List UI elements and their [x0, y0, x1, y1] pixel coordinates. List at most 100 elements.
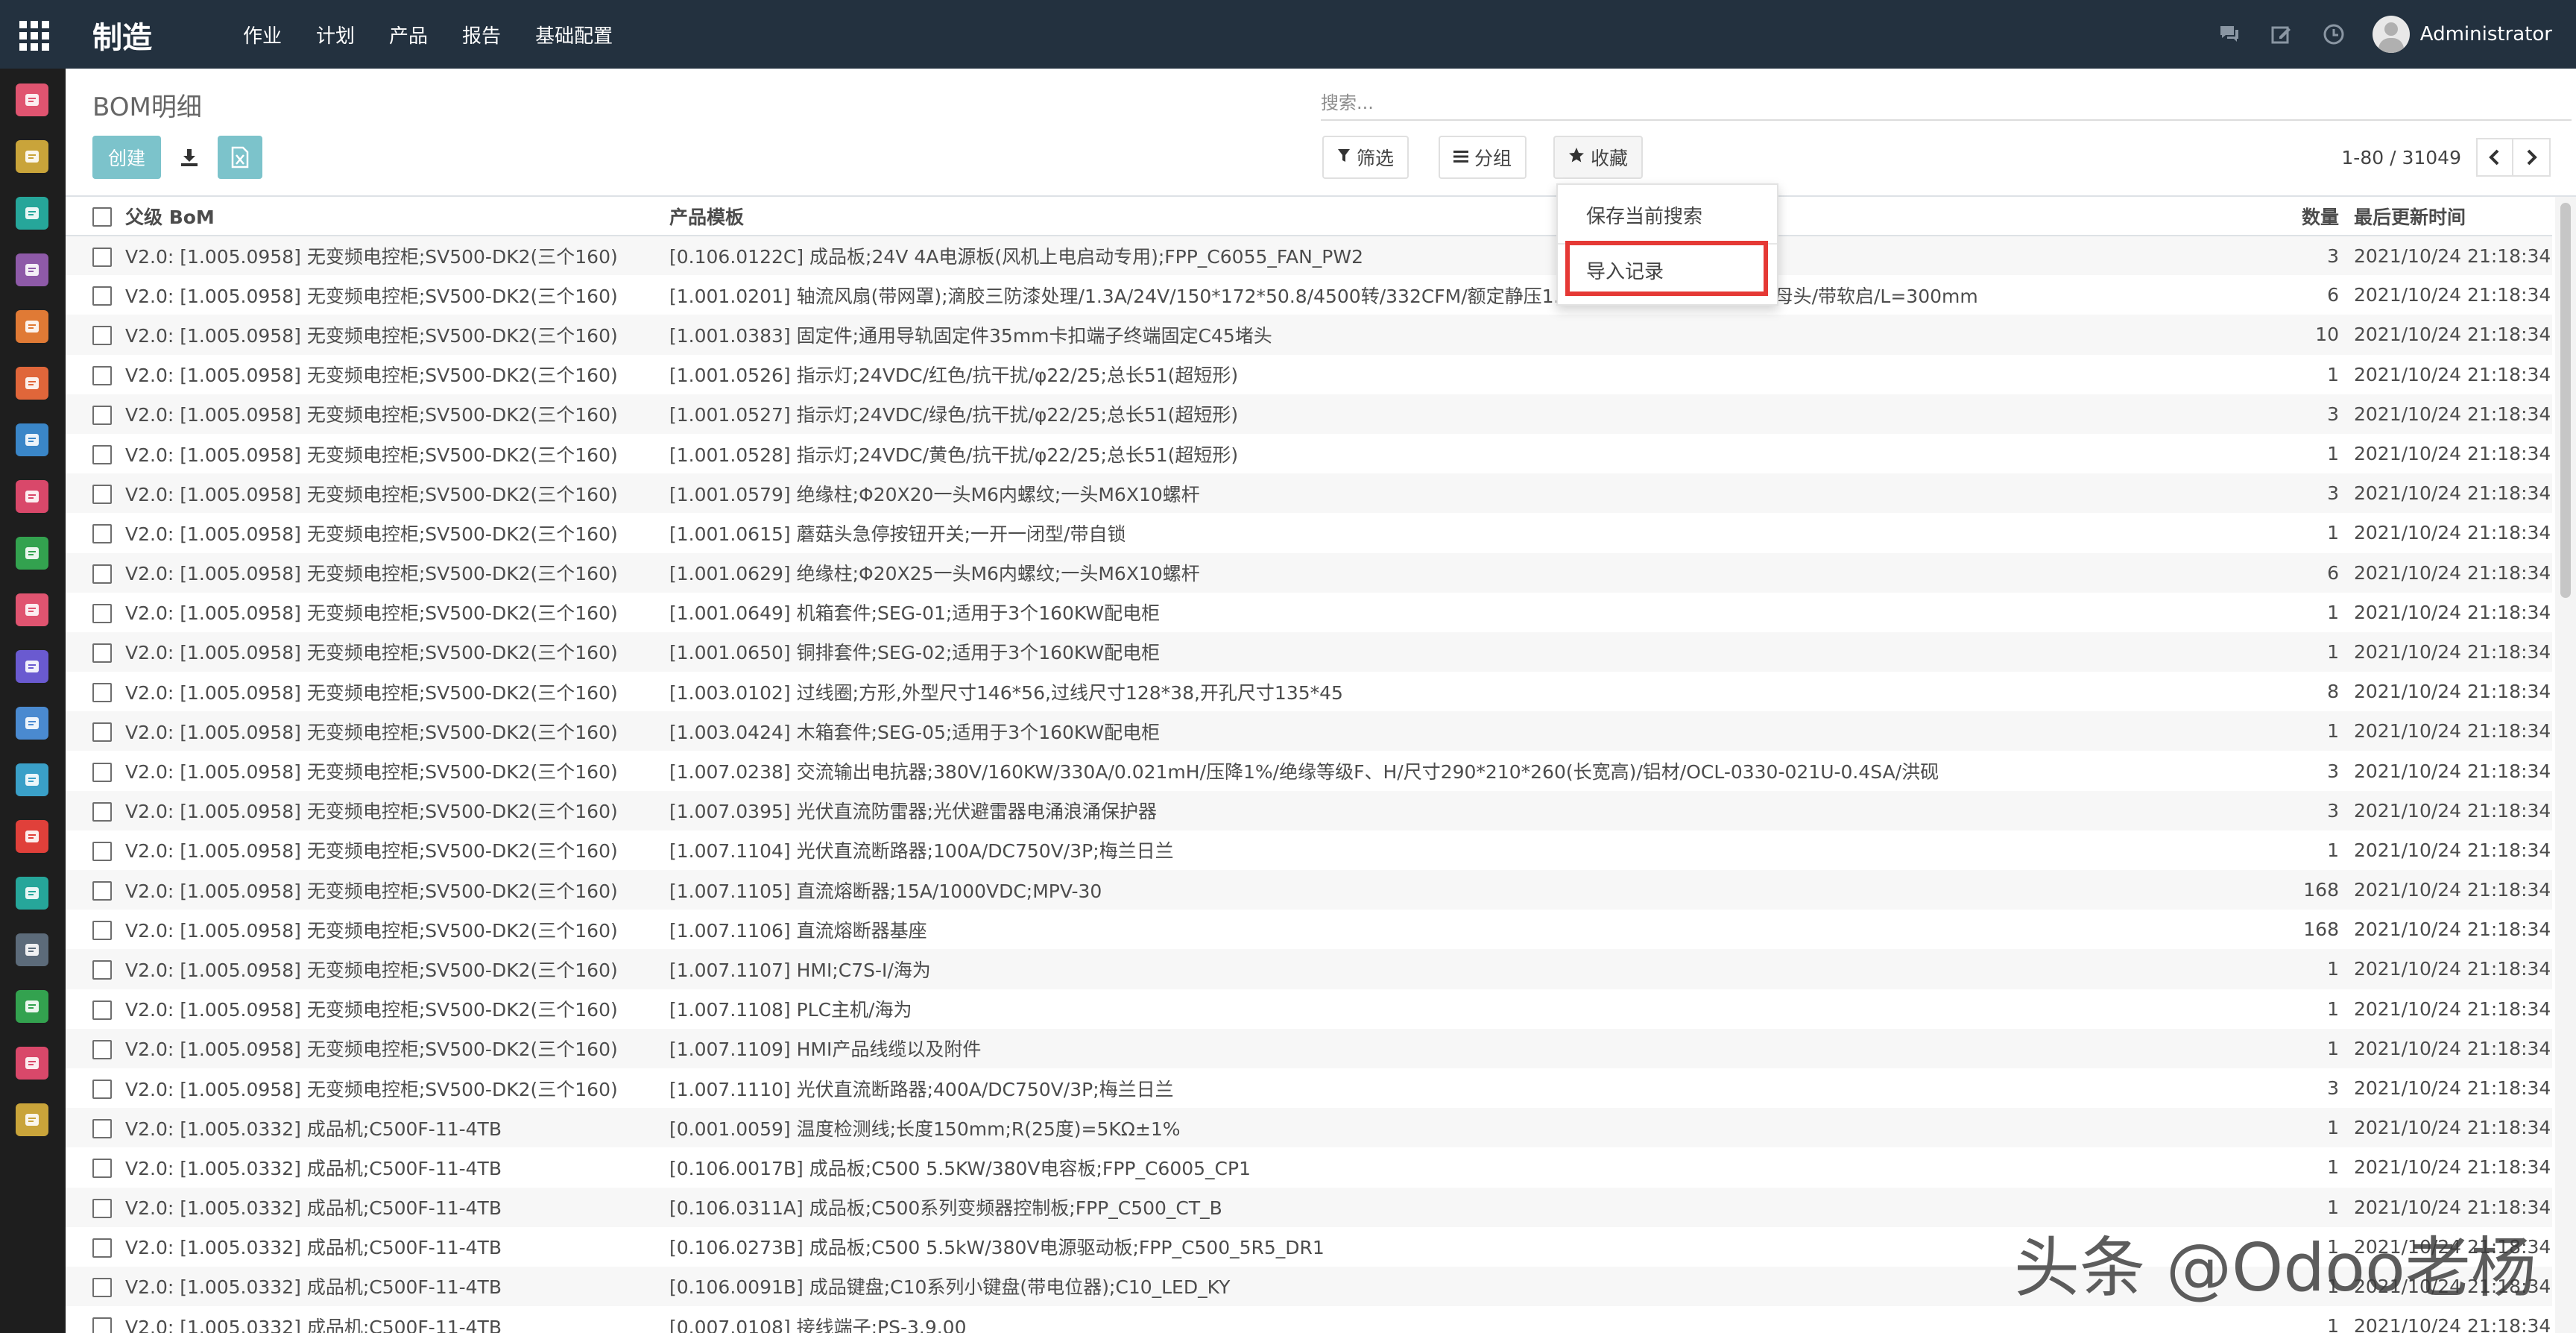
table-row[interactable]: V2.0: [1.005.0958] 无变频电控柜;SV500-DK2(三个16… — [66, 711, 2552, 751]
cell-quantity[interactable]: 1 — [2205, 593, 2354, 632]
column-header-product-template[interactable]: 产品模板 — [669, 197, 2205, 236]
cell-quantity[interactable]: 1 — [2205, 1147, 2354, 1187]
cell-parent-bom[interactable]: V2.0: [1.005.0958] 无变频电控柜;SV500-DK2(三个16… — [125, 315, 669, 355]
row-checkbox[interactable] — [92, 326, 112, 346]
row-checkbox[interactable] — [92, 762, 112, 782]
cell-last-updated[interactable]: 2021/10/24 21:18:34 — [2354, 631, 2552, 672]
table-row[interactable]: V2.0: [1.005.0958] 无变频电控柜;SV500-DK2(三个16… — [66, 315, 2552, 355]
cell-last-updated[interactable]: 2021/10/24 21:18:34 — [2354, 1068, 2552, 1108]
cell-last-updated[interactable]: 2021/10/24 21:18:34 — [2354, 1028, 2552, 1068]
table-row[interactable]: V2.0: [1.005.0958] 无变频电控柜;SV500-DK2(三个16… — [66, 552, 2552, 593]
cell-product-template[interactable]: [1.001.0649] 机箱套件;SEG-01;适用于3个160KW配电柜 — [669, 593, 2205, 632]
cell-quantity[interactable]: 1 — [2205, 355, 2354, 394]
cell-parent-bom[interactable]: V2.0: [1.005.0958] 无变频电控柜;SV500-DK2(三个16… — [125, 513, 669, 552]
cell-last-updated[interactable]: 2021/10/24 21:18:34 — [2354, 949, 2552, 989]
cell-quantity[interactable]: 6 — [2205, 275, 2354, 315]
cell-last-updated[interactable]: 2021/10/24 21:18:34 — [2354, 790, 2552, 831]
search-input[interactable] — [1321, 86, 2572, 119]
cell-parent-bom[interactable]: V2.0: [1.005.0958] 无变频电控柜;SV500-DK2(三个16… — [125, 355, 669, 394]
save-current-search-item[interactable]: 保存当前搜索 — [1586, 201, 1702, 229]
cell-parent-bom[interactable]: V2.0: [1.005.0958] 无变频电控柜;SV500-DK2(三个16… — [125, 1028, 669, 1068]
cell-last-updated[interactable]: 2021/10/24 21:18:34 — [2354, 989, 2552, 1029]
table-row[interactable]: V2.0: [1.005.0958] 无变频电控柜;SV500-DK2(三个16… — [66, 1068, 2552, 1108]
menu-item-1[interactable]: 计划 — [316, 21, 355, 48]
cell-product-template[interactable]: [0.106.0273B] 成品板;C500 5.5kW/380V电源驱动板;F… — [669, 1227, 2205, 1267]
cell-quantity[interactable]: 168 — [2205, 870, 2354, 910]
table-row[interactable]: V2.0: [1.005.0958] 无变频电控柜;SV500-DK2(三个16… — [66, 631, 2552, 672]
cell-product-template[interactable]: [0.106.0311A] 成品板;C500系列变频器控制板;FPP_C500_… — [669, 1187, 2205, 1227]
download-button[interactable] — [167, 136, 212, 179]
create-button[interactable]: 创建 — [92, 136, 161, 179]
table-row[interactable]: V2.0: [1.005.0958] 无变频电控柜;SV500-DK2(三个16… — [66, 672, 2552, 711]
cell-quantity[interactable]: 1 — [2205, 631, 2354, 672]
cell-quantity[interactable]: 1 — [2205, 831, 2354, 870]
cell-product-template[interactable]: [1.007.1109] HMI产品线缆以及附件 — [669, 1028, 2205, 1068]
cell-parent-bom[interactable]: V2.0: [1.005.0332] 成品机;C500F-11-4TB — [125, 1147, 669, 1187]
cell-last-updated[interactable]: 2021/10/24 21:18:34 — [2354, 593, 2552, 632]
row-checkbox[interactable] — [92, 1119, 112, 1139]
cell-quantity[interactable]: 3 — [2205, 751, 2354, 790]
pager-previous-button[interactable] — [2476, 138, 2513, 177]
table-row[interactable]: V2.0: [1.005.0958] 无变频电控柜;SV500-DK2(三个16… — [66, 949, 2552, 989]
cell-product-template[interactable]: [1.001.0650] 铜排套件;SEG-02;适用于3个160KW配电柜 — [669, 631, 2205, 672]
row-checkbox[interactable] — [92, 247, 112, 267]
cell-product-template[interactable]: [1.001.0383] 固定件;通用导轨固定件35mm卡扣端子终端固定C45堵… — [669, 315, 2205, 355]
cell-quantity[interactable]: 1 — [2205, 1028, 2354, 1068]
cell-parent-bom[interactable]: V2.0: [1.005.0958] 无变频电控柜;SV500-DK2(三个16… — [125, 631, 669, 672]
row-checkbox[interactable] — [92, 921, 112, 941]
cell-product-template[interactable]: [1.003.0102] 过线圈;方形,外型尺寸146*56,过线尺寸128*3… — [669, 672, 2205, 711]
row-checkbox[interactable] — [92, 1039, 112, 1059]
chat-icon[interactable] — [2216, 21, 2243, 48]
cell-last-updated[interactable]: 2021/10/24 21:18:34 — [2354, 831, 2552, 870]
cell-product-template[interactable]: [0.106.0091B] 成品键盘;C10系列小键盘(带电位器);C10_LE… — [669, 1266, 2205, 1307]
cell-parent-bom[interactable]: V2.0: [1.005.0958] 无变频电控柜;SV500-DK2(三个16… — [125, 672, 669, 711]
menu-item-2[interactable]: 产品 — [389, 21, 428, 48]
row-checkbox[interactable] — [92, 1159, 112, 1179]
cell-product-template[interactable]: [1.001.0528] 指示灯;24VDC/黄色/抗干扰/φ22/25;总长5… — [669, 434, 2205, 473]
table-row[interactable]: V2.0: [1.005.0958] 无变频电控柜;SV500-DK2(三个16… — [66, 593, 2552, 632]
cell-product-template[interactable]: [1.007.0238] 交流输出电抗器;380V/160KW/330A/0.0… — [669, 751, 2205, 790]
cell-product-template[interactable]: [1.007.1107] HMI;C7S-I/海为 — [669, 949, 2205, 989]
pager-next-button[interactable] — [2513, 138, 2551, 177]
row-checkbox[interactable] — [92, 1277, 112, 1297]
table-row[interactable]: V2.0: [1.005.0958] 无变频电控柜;SV500-DK2(三个16… — [66, 473, 2552, 514]
invoicing-app-icon[interactable] — [16, 423, 48, 457]
menu-item-4[interactable]: 基础配置 — [535, 21, 613, 48]
table-row[interactable]: V2.0: [1.005.0958] 无变频电控柜;SV500-DK2(三个16… — [66, 434, 2552, 473]
cell-last-updated[interactable]: 2021/10/24 21:18:34 — [2354, 394, 2552, 434]
table-row[interactable]: V2.0: [1.005.0958] 无变频电控柜;SV500-DK2(三个16… — [66, 790, 2552, 831]
cell-product-template[interactable]: [1.001.0629] 绝缘柱;Φ20X25一头M6内螺纹;一头M6X10螺杆 — [669, 552, 2205, 593]
cell-quantity[interactable]: 1 — [2205, 1306, 2354, 1333]
cell-quantity[interactable]: 1 — [2205, 1108, 2354, 1148]
edit-note-icon[interactable] — [2268, 21, 2295, 48]
table-row[interactable]: V2.0: [1.005.0958] 无变频电控柜;SV500-DK2(三个16… — [66, 394, 2552, 434]
cell-parent-bom[interactable]: V2.0: [1.005.0958] 无变频电控柜;SV500-DK2(三个16… — [125, 910, 669, 949]
cell-last-updated[interactable]: 2021/10/24 21:18:34 — [2354, 672, 2552, 711]
cell-last-updated[interactable]: 2021/10/24 21:18:34 — [2354, 751, 2552, 790]
cell-parent-bom[interactable]: V2.0: [1.005.0958] 无变频电控柜;SV500-DK2(三个16… — [125, 751, 669, 790]
table-row[interactable]: V2.0: [1.005.0958] 无变频电控柜;SV500-DK2(三个16… — [66, 513, 2552, 552]
table-row[interactable]: V2.0: [1.005.0958] 无变频电控柜;SV500-DK2(三个16… — [66, 1028, 2552, 1068]
cell-product-template[interactable]: [1.003.0424] 木箱套件;SEG-05;适用于3个160KW配电柜 — [669, 711, 2205, 751]
crm-app-icon[interactable] — [16, 253, 48, 287]
timesheets-app-icon[interactable] — [16, 820, 48, 854]
cell-quantity[interactable]: 3 — [2205, 1068, 2354, 1108]
cell-last-updated[interactable]: 2021/10/24 21:18:34 — [2354, 434, 2552, 473]
favorites-button[interactable]: 收藏 — [1553, 136, 1644, 179]
cell-parent-bom[interactable]: V2.0: [1.005.0958] 无变频电控柜;SV500-DK2(三个16… — [125, 989, 669, 1029]
cell-product-template[interactable]: [0.001.0059] 温度检测线;长度150mm;R(25度)=5KΩ±1% — [669, 1108, 2205, 1148]
row-checkbox[interactable] — [92, 801, 112, 822]
cell-product-template[interactable]: [1.007.1110] 光伏直流断路器;400A/DC750V/3P;梅兰日兰 — [669, 1068, 2205, 1108]
cell-quantity[interactable]: 3 — [2205, 394, 2354, 434]
row-checkbox[interactable] — [92, 603, 112, 623]
cell-parent-bom[interactable]: V2.0: [1.005.0958] 无变频电控柜;SV500-DK2(三个16… — [125, 790, 669, 831]
row-checkbox[interactable] — [92, 1000, 112, 1020]
cell-quantity[interactable]: 1 — [2205, 513, 2354, 552]
clock-icon[interactable] — [2320, 21, 2347, 48]
cell-parent-bom[interactable]: V2.0: [1.005.0958] 无变频电控柜;SV500-DK2(三个16… — [125, 434, 669, 473]
sales-app-icon[interactable] — [16, 310, 48, 344]
cell-product-template[interactable]: [0.007.0108] 接线端子;PS-3.9.00 — [669, 1306, 2205, 1333]
cell-quantity[interactable]: 8 — [2205, 672, 2354, 711]
cell-last-updated[interactable]: 2021/10/24 21:18:34 — [2354, 870, 2552, 910]
row-checkbox[interactable] — [92, 365, 112, 385]
